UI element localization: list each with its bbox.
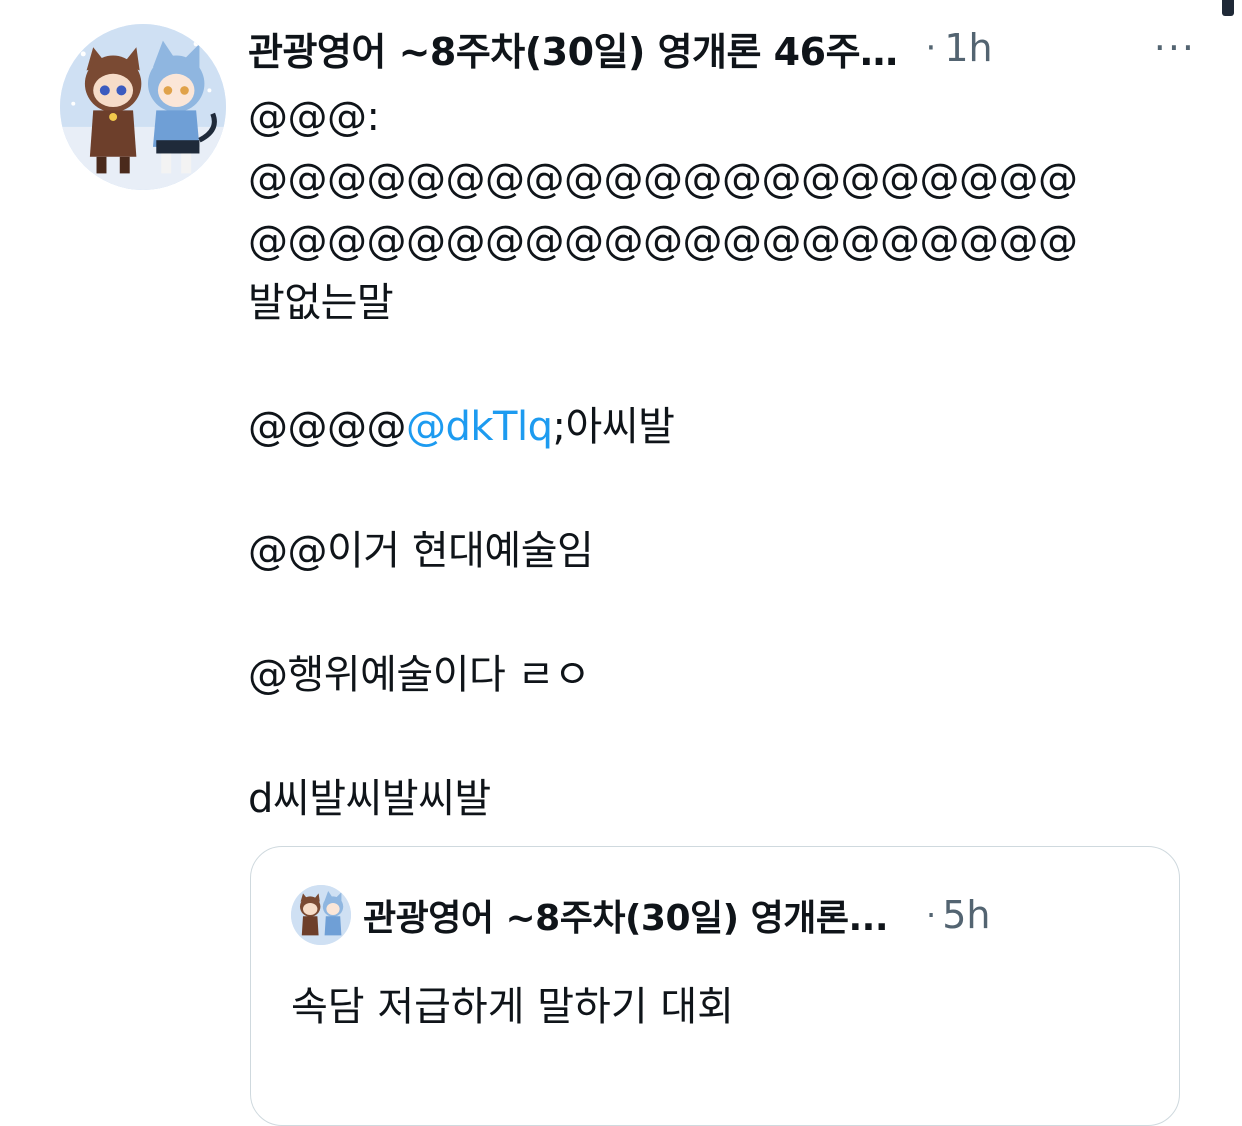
- tweet-line: @행위예술이다 ㄹㅇ: [248, 652, 591, 698]
- avatar-illustration: [60, 24, 226, 190]
- tweet-line: @@@:: [248, 94, 380, 140]
- quoted-tweet-card[interactable]: 관광영어 ~8주차(30일) 영개론... · 5h 속담 저급하게 말하기 대…: [250, 846, 1180, 1126]
- quoted-tweet-header: 관광영어 ~8주차(30일) 영개론... · 5h: [291, 885, 990, 945]
- mention-prefix: @@@@: [248, 404, 407, 450]
- tweet-line-with-mention: @@@@@dkTlq;아씨발: [248, 396, 1208, 458]
- window-edge-marker: [1222, 0, 1234, 16]
- separator-dot: ·: [926, 896, 937, 934]
- tweet-line: @@@@@@@@@@@@@@@@@@@@@: [248, 218, 1078, 264]
- tweet-line: d씨발씨발씨발: [248, 776, 491, 822]
- separator-dot: ·: [925, 28, 937, 68]
- tweet-line: 발없는말: [248, 280, 394, 326]
- tweet-timestamp[interactable]: 1h: [944, 26, 992, 70]
- tweet-text: @@@: @@@@@@@@@@@@@@@@@@@@@ @@@@@@@@@@@@@…: [248, 86, 1208, 830]
- tweet-header: 관광영어 ~8주차(30일) 영개론 46주… · 1h ···: [248, 18, 1218, 78]
- quoted-tweet-text: 속담 저급하게 말하기 대회: [291, 984, 734, 1030]
- quoted-tweet-timestamp[interactable]: 5h: [942, 893, 990, 937]
- quoted-author-display-name[interactable]: 관광영어 ~8주차(30일) 영개론...: [363, 889, 888, 941]
- tweet-line: @@@@@@@@@@@@@@@@@@@@@: [248, 156, 1078, 202]
- avatar-illustration: [291, 885, 351, 945]
- tweet-line: @@이거 현대예술임: [248, 528, 594, 574]
- author-display-name[interactable]: 관광영어 ~8주차(30일) 영개론 46주…: [248, 21, 898, 76]
- more-options-icon[interactable]: ···: [1154, 26, 1196, 70]
- mention-link[interactable]: @dkTlq: [406, 404, 553, 450]
- mention-suffix: ;아씨발: [552, 404, 675, 450]
- author-avatar[interactable]: [60, 24, 226, 190]
- quoted-author-avatar[interactable]: [291, 885, 351, 945]
